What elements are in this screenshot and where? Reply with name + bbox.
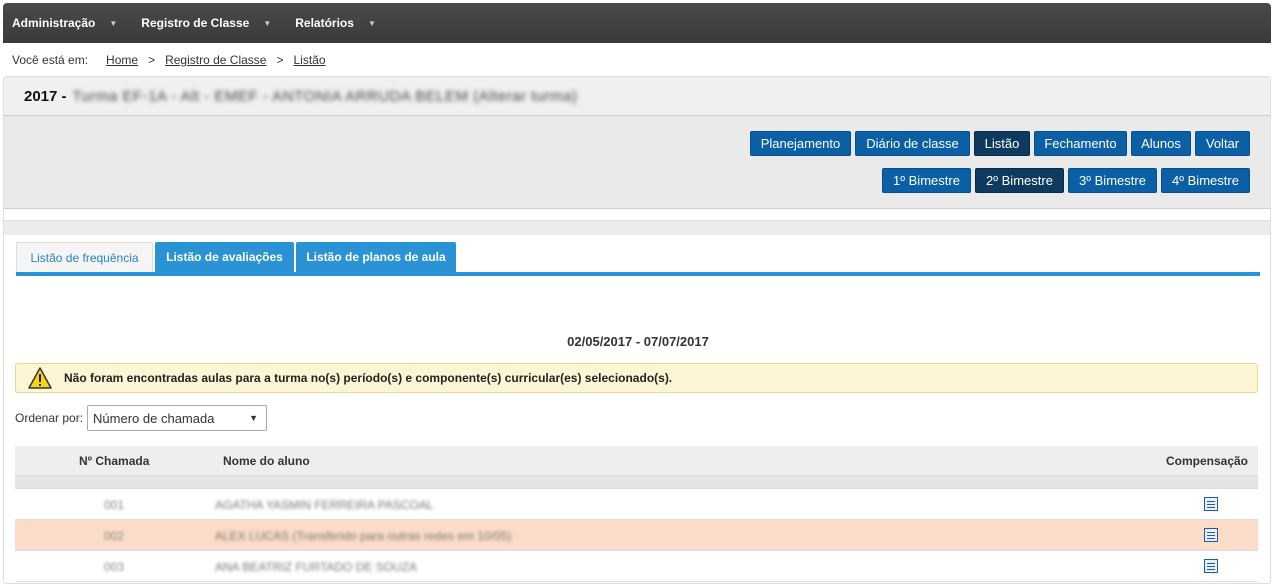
breadcrumb-separator: > — [148, 53, 156, 67]
students-table: Nº Chamada Nome do aluno Compensação 001… — [15, 446, 1258, 582]
toolbar: Planejamento Diário de classe Listão Fec… — [4, 116, 1270, 209]
alert-message: Não foram encontradas aulas para a turma… — [64, 371, 673, 385]
breadcrumb-link-listao[interactable]: Listão — [293, 53, 325, 67]
bimestre-3-button[interactable]: 3º Bimestre — [1068, 168, 1157, 193]
caret-down-icon: ▼ — [367, 18, 376, 28]
nav-label: Relatórios — [295, 16, 354, 30]
table-row: 002 ALEX LUCAS (Transferido para outras … — [15, 520, 1258, 551]
bimestre-2-button[interactable]: 2º Bimestre — [975, 168, 1064, 193]
column-header-compensation: Compensação — [1165, 453, 1248, 468]
diario-de-classe-button[interactable]: Diário de classe — [855, 131, 970, 156]
warning-alert: Não foram encontradas aulas para a turma… — [15, 363, 1258, 393]
breadcrumb: Você está em: Home > Registro de Classe … — [12, 53, 326, 67]
student-number: 001 — [104, 498, 125, 512]
chevron-down-icon: ▼ — [249, 413, 259, 423]
bimestre-4-button[interactable]: 4º Bimestre — [1161, 168, 1250, 193]
student-name: ALEX LUCAS (Transferido para outras rede… — [215, 529, 512, 543]
nav-label: Registro de Classe — [141, 16, 250, 30]
student-number: 003 — [104, 560, 125, 574]
bimestre-1-button[interactable]: 1º Bimestre — [882, 168, 971, 193]
class-name[interactable]: Turma EF-1A - Alt - EMEF - ANTONIA ARRUD… — [73, 88, 578, 105]
sort-selected-value: Número de chamada — [93, 410, 215, 426]
tab-bar: Listão de frequência Listão de avaliaçõe… — [16, 242, 1260, 276]
sort-control: Ordenar por: Número de chamada ▼ — [15, 405, 268, 431]
compensation-icon[interactable] — [1204, 559, 1218, 573]
student-name: AGATHA YASMIN FERREIRA PASCOAL — [215, 498, 434, 512]
voltar-button[interactable]: Voltar — [1195, 131, 1250, 156]
top-navigation: Administração ▼ Registro de Classe ▼ Rel… — [3, 3, 1271, 43]
sort-select[interactable]: Número de chamada ▼ — [87, 405, 268, 431]
nav-menu-administracao[interactable]: Administração ▼ — [12, 16, 117, 30]
breadcrumb-separator: > — [276, 53, 284, 67]
caret-down-icon: ▼ — [109, 18, 118, 28]
planejamento-button[interactable]: Planejamento — [750, 131, 851, 156]
page-title: 2017 - Turma EF-1A - Alt - EMEF - ANTONI… — [4, 77, 1270, 116]
date-range: 02/05/2017 - 07/07/2017 — [567, 334, 709, 349]
breadcrumb-prefix: Você está em: — [12, 53, 89, 67]
compensation-icon[interactable] — [1204, 528, 1218, 542]
table-row: 003 ANA BEATRIZ FURTADO DE SOUZA — [15, 551, 1258, 582]
tab-listao-frequencia[interactable]: Listão de frequência — [16, 242, 153, 272]
listao-button[interactable]: Listão — [974, 131, 1030, 156]
divider — [4, 209, 1270, 221]
caret-down-icon: ▼ — [263, 18, 272, 28]
table-row: 001 AGATHA YASMIN FERREIRA PASCOAL — [15, 489, 1258, 520]
tab-listao-planos-de-aula[interactable]: Listão de planos de aula — [296, 242, 456, 272]
fechamento-button[interactable]: Fechamento — [1034, 131, 1127, 156]
warning-icon — [28, 367, 52, 389]
page-title-year: 2017 - — [24, 87, 67, 105]
breadcrumb-link-home[interactable]: Home — [106, 53, 138, 67]
student-name: ANA BEATRIZ FURTADO DE SOUZA — [215, 560, 418, 574]
breadcrumb-link-registro[interactable]: Registro de Classe — [165, 53, 266, 67]
main-panel: 2017 - Turma EF-1A - Alt - EMEF - ANTONI… — [3, 76, 1271, 584]
column-header-number: Nº Chamada — [79, 453, 150, 468]
tab-listao-avaliacoes[interactable]: Listão de avaliações — [155, 242, 294, 272]
nav-menu-relatorios[interactable]: Relatórios ▼ — [295, 16, 376, 30]
student-number: 002 — [104, 529, 125, 543]
column-header-name: Nome do aluno — [223, 453, 310, 468]
divider — [4, 221, 1270, 235]
sort-label: Ordenar por: — [15, 411, 84, 425]
compensation-icon[interactable] — [1204, 497, 1218, 511]
table-subheader — [15, 476, 1258, 489]
alunos-button[interactable]: Alunos — [1131, 131, 1191, 156]
nav-label: Administração — [12, 16, 96, 30]
nav-menu-registro-de-classe[interactable]: Registro de Classe ▼ — [141, 16, 271, 30]
table-header: Nº Chamada Nome do aluno Compensação — [15, 446, 1258, 476]
